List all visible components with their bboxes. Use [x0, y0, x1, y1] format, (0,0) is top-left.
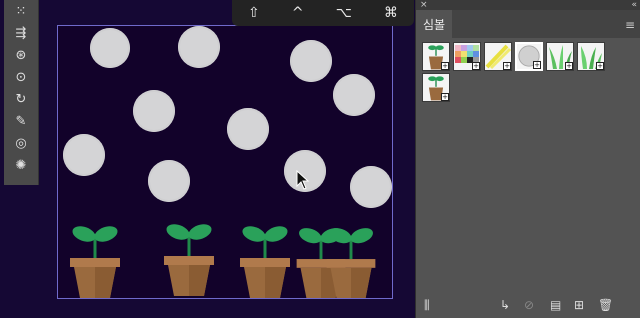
gray-circle-symbol[interactable] [178, 26, 220, 68]
place-symbol-instance-icon[interactable]: ↳ [500, 298, 510, 312]
panel-footer: ⫼ ↳ ⊘ ▤ ⊞ 🗑 [416, 294, 640, 318]
symbolism-tools-panel: ⁙ ⇶ ⊛ ⊙ ↻ ✎ ◎ ✺ [4, 0, 39, 185]
tab-symbols[interactable]: 심볼 [416, 10, 452, 38]
gray-circle-symbol[interactable] [333, 74, 375, 116]
plant-symbol[interactable] [68, 220, 122, 300]
symbol-badge-icon: + [441, 62, 449, 70]
command-key-icon[interactable]: ⌘ [384, 5, 398, 21]
gray-circle-symbol[interactable] [290, 40, 332, 82]
symbol-badge-icon: + [565, 62, 573, 70]
symbols-panel: × « 심볼 ≡ + + + + + + + ⫼ ↳ ⊘ ▤ ⊞ 🗑 [415, 0, 640, 318]
close-icon[interactable]: × [420, 0, 428, 10]
break-link-icon[interactable]: ⊘ [524, 298, 534, 312]
symbol-styler-icon[interactable]: ✺ [4, 154, 38, 176]
symbol-libraries-icon[interactable]: ⫼ [424, 298, 430, 313]
symbol-badge-icon: + [533, 61, 541, 69]
symbol-sizer-icon[interactable]: ⊙ [4, 66, 38, 88]
symbol-shifter-icon[interactable]: ⇶ [4, 22, 38, 44]
symbol-options-icon[interactable]: ▤ [550, 298, 561, 312]
symbol-badge-icon: + [441, 93, 449, 101]
gray-circle-symbol[interactable] [90, 28, 130, 68]
symbol-badge-icon: + [596, 62, 604, 70]
plant-symbol[interactable] [324, 222, 378, 300]
gray-circle-symbol[interactable] [63, 134, 105, 176]
control-key-icon[interactable]: ^ [292, 5, 304, 21]
symbol-screener-icon[interactable]: ◎ [4, 132, 38, 154]
plant-symbol[interactable] [238, 220, 292, 300]
gray-circle-symbol[interactable] [227, 108, 269, 150]
symbol-sprayer-icon[interactable]: ⁙ [4, 0, 38, 22]
plant-symbol[interactable] [162, 218, 216, 298]
symbol-stainer-icon[interactable]: ✎ [4, 110, 38, 132]
gray-circle-symbol[interactable] [133, 90, 175, 132]
artboard[interactable] [57, 25, 393, 299]
mouse-cursor-icon [296, 170, 310, 190]
gray-circle-symbol[interactable] [350, 166, 392, 208]
option-key-icon[interactable]: ⌥ [336, 5, 352, 21]
panel-menu-icon[interactable]: ≡ [625, 18, 635, 32]
collapse-icon[interactable]: « [631, 0, 637, 10]
panel-titlebar: × « [416, 0, 640, 10]
symbol-swatch-grass-2[interactable]: + [577, 42, 605, 71]
delete-symbol-icon[interactable]: 🗑 [598, 298, 613, 312]
symbol-swatch-color-grid[interactable]: + [453, 42, 481, 71]
symbol-spinner-icon[interactable]: ↻ [4, 88, 38, 110]
gray-circle-symbol[interactable] [148, 160, 190, 202]
symbol-scruncher-icon[interactable]: ⊛ [4, 44, 38, 66]
new-symbol-icon[interactable]: ⊞ [574, 298, 584, 312]
symbol-swatch-gray-circle[interactable]: + [515, 42, 543, 71]
symbol-swatch-plant-small[interactable]: + [422, 73, 450, 102]
symbol-swatch-plant[interactable]: + [422, 42, 450, 71]
canvas-area[interactable] [0, 0, 415, 318]
panel-tab-row: 심볼 ≡ [416, 10, 640, 38]
shift-key-icon[interactable]: ⇧ [248, 5, 260, 21]
symbol-badge-icon: + [472, 62, 480, 70]
modifier-keys-bar: ⇧ ^ ⌥ ⌘ [232, 0, 414, 26]
symbol-swatch-grass-1[interactable]: + [546, 42, 574, 71]
symbol-badge-icon: + [503, 62, 511, 70]
symbol-swatch-yellow-strokes[interactable]: + [484, 42, 512, 71]
